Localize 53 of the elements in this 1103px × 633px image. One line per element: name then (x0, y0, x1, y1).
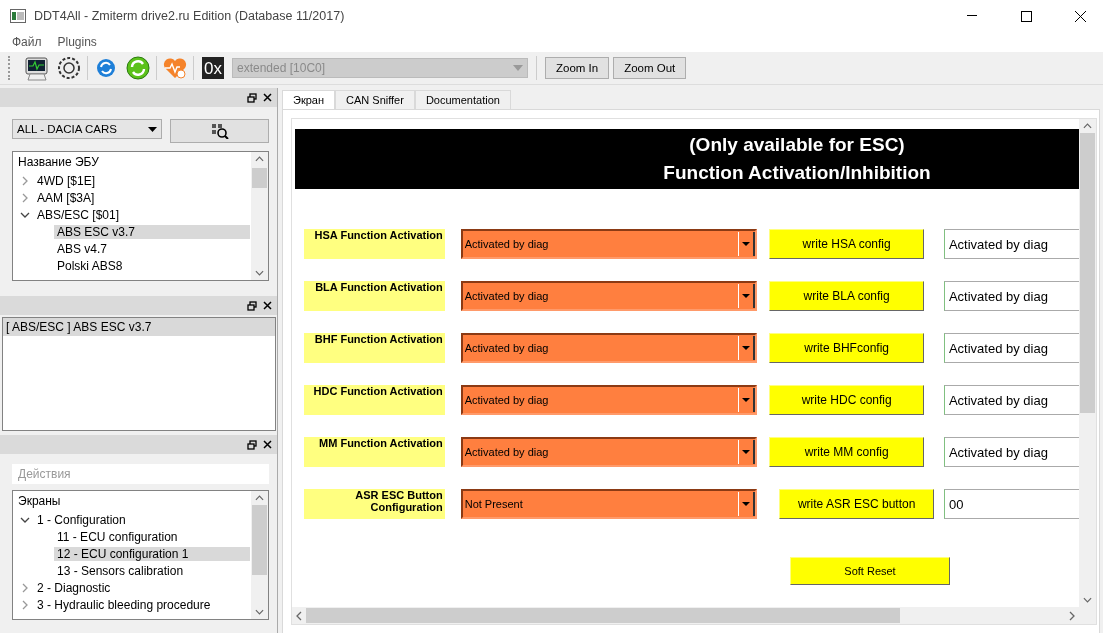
tree-item[interactable]: Polski ABS8 (54, 258, 126, 273)
write-button[interactable]: write HDC config (769, 385, 924, 415)
value-select[interactable]: Activated by diag (460, 229, 758, 259)
list-item[interactable]: [ ABS/ESC ] ABS ESC v3.7 (3, 318, 275, 336)
field-label: MM Function Activation (304, 437, 445, 467)
tree-item[interactable]: 4WD [$1E] (34, 173, 99, 188)
menu-item[interactable]: Plugins (57, 35, 97, 49)
readback-field: Activated by diag (943, 333, 1079, 363)
write-button[interactable]: write ASR ESC button (779, 489, 934, 519)
field-label: HSA Function Activation (304, 229, 445, 259)
write-button[interactable]: write BHFconfig (769, 333, 924, 363)
tree-item[interactable]: 1 - Configuration (34, 512, 129, 527)
write-button[interactable]: write MM config (769, 437, 924, 467)
value-select[interactable]: Activated by diag (460, 281, 758, 311)
zoom-button[interactable]: Zoom Out (613, 57, 687, 79)
write-button[interactable]: write BLA config (769, 281, 924, 311)
tab[interactable]: Documentation (414, 90, 511, 109)
readback-field: Activated by diag (943, 229, 1079, 259)
readback-field: Activated by diag (943, 437, 1079, 467)
menu-item[interactable]: Файл (12, 35, 42, 49)
write-button[interactable]: write HSA config (769, 229, 924, 259)
readback-field: Activated by diag (943, 385, 1079, 415)
filter-field[interactable]: Действия (12, 464, 269, 484)
tree-item[interactable]: 2 - Diagnostic (34, 580, 114, 595)
hex-button[interactable]: 0x (202, 57, 224, 79)
value-select[interactable]: Activated by diag (460, 385, 758, 415)
tree-item[interactable]: 3 - Hydraulic bleeding procedure (34, 597, 214, 612)
tree-item[interactable]: ABS ESC v3.7 (54, 224, 250, 239)
tree-item[interactable]: ABS v4.7 (54, 241, 111, 256)
tab[interactable]: CAN Sniffer (335, 90, 415, 109)
field-label: ASR ESC Button Configuration (304, 489, 445, 519)
zoom-button[interactable]: Zoom In (545, 57, 610, 79)
field-label: BLA Function Activation (304, 281, 445, 311)
value-select[interactable]: Not Present (460, 489, 758, 519)
tree-item[interactable]: AAM [$3A] (34, 190, 98, 205)
value-select[interactable]: Activated by diag (460, 333, 758, 363)
tab[interactable]: Экран (282, 90, 336, 109)
readback-field: Activated by diag (943, 281, 1079, 311)
field-label: BHF Function Activation (304, 333, 445, 363)
tree-header: Название ЭБУ (17, 155, 100, 171)
value-select[interactable]: Activated by diag (460, 437, 758, 467)
vehicle-select[interactable]: ALL - DACIA CARS (12, 119, 162, 139)
header-text: (Only available for ESC) (689, 134, 905, 156)
field-label: HDC Function Activation (304, 385, 445, 415)
readback-field: 00 (943, 489, 1079, 519)
tree-header: Экраны (17, 494, 62, 510)
window-title: DDT4All - Zmiterm drive2.ru Edition (Database 11/2017) (34, 9, 346, 23)
tree-item[interactable]: 11 - ECU configuration (54, 529, 181, 544)
header-text: Function Activation/Inhibition (663, 162, 931, 184)
soft-reset-button[interactable]: Soft Reset (790, 557, 950, 585)
tree-item[interactable]: 13 - Sensors calibration (54, 563, 187, 578)
tree-item[interactable]: 12 - ECU configuration 1 (54, 546, 250, 561)
tree-item[interactable]: ABS/ESC [$01] (34, 207, 123, 222)
